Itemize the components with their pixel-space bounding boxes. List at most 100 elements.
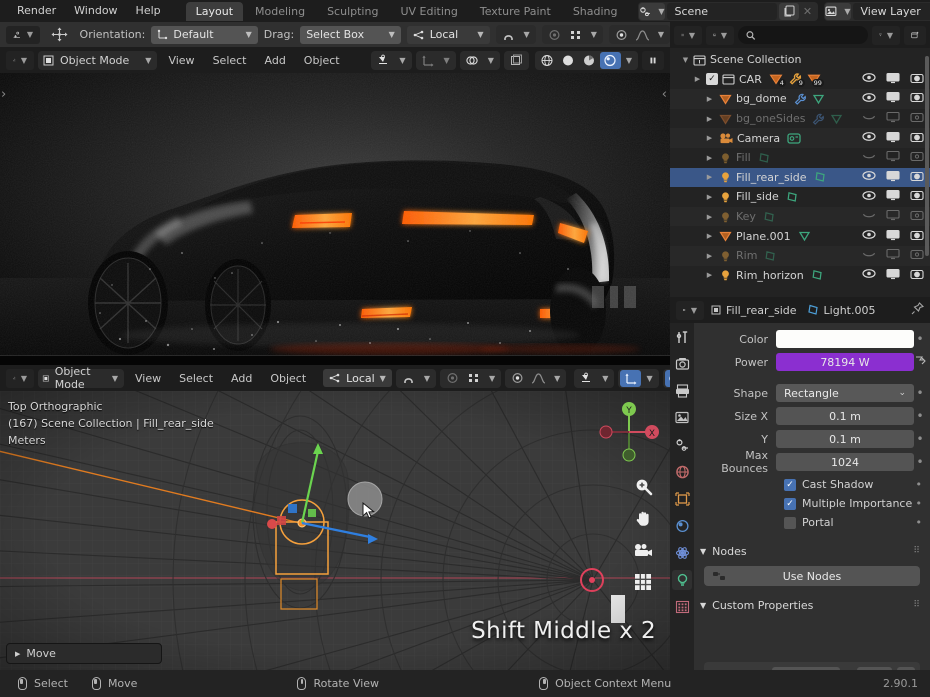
viewport-menu-object-bottom[interactable]: Object (263, 372, 313, 385)
chevron-down-icon[interactable]: ▼ (646, 374, 652, 383)
tab-tool-icon[interactable] (672, 327, 692, 347)
menu-render[interactable]: Render (8, 2, 65, 20)
active-tool-icon[interactable]: ▼ (6, 25, 40, 44)
disable-viewport-icon[interactable] (886, 170, 900, 185)
disable-viewport-icon[interactable] (886, 229, 900, 244)
viewport-menu-select-top[interactable]: Select (206, 54, 254, 67)
view-layer-icon[interactable]: ▼ (824, 2, 851, 20)
new-scene-icon[interactable] (778, 2, 799, 20)
disable-render-camera-icon[interactable] (910, 189, 924, 204)
chevron-down-icon[interactable]: ▼ (602, 374, 608, 383)
modifier-wrench-icon[interactable] (812, 113, 825, 125)
proportional-edit-icon[interactable] (442, 370, 463, 387)
falloff-curve-icon[interactable] (528, 370, 549, 387)
animate-dot-icon[interactable]: • (916, 497, 923, 510)
editor-type-3dview-icon-bottom[interactable]: ▼ (6, 368, 34, 388)
disclosure-triangle-icon[interactable]: ▶ (704, 134, 715, 142)
driver-icon[interactable] (914, 355, 926, 369)
breadcrumb-data[interactable]: Light.005 (824, 304, 876, 317)
falloff-curve-icon[interactable] (632, 26, 653, 43)
hide-eye-icon[interactable] (862, 131, 876, 145)
outliner-row-key[interactable]: ▶ Key (670, 206, 930, 227)
tab-object-icon[interactable] (672, 489, 692, 509)
animate-dot-icon[interactable]: • (914, 432, 926, 446)
checkbox-portal[interactable] (784, 516, 796, 529)
outliner-checkbox[interactable]: ✓ (706, 73, 718, 86)
tab-output-printer-icon[interactable] (672, 381, 692, 401)
chevron-down-icon[interactable]: ▼ (489, 374, 495, 383)
toggle-xray-icon[interactable] (506, 52, 527, 69)
proportional-group[interactable]: ▼ (541, 25, 603, 44)
checkbox-row-cast-shadow[interactable]: ✓ Cast Shadow • (698, 475, 926, 494)
gizmo-group-bottom[interactable]: ▼ (618, 368, 659, 388)
disable-viewport-icon[interactable] (886, 131, 900, 146)
workspace-tab-modeling[interactable]: Modeling (245, 2, 315, 21)
scene-icon[interactable]: ▼ (638, 2, 665, 20)
hide-eye-icon[interactable] (862, 190, 876, 204)
chevron-down-icon[interactable]: ▼ (658, 30, 664, 39)
proportional-connected-icon[interactable] (565, 26, 586, 43)
proportional-falloff-toggle-icon[interactable] (507, 370, 528, 387)
snapping-group-bottom[interactable]: ▼ (395, 368, 436, 388)
light-data-icon[interactable] (786, 191, 799, 203)
mesh-data-icon[interactable] (798, 230, 811, 242)
viewport-toolbar-toggle-icon[interactable]: › (1, 87, 6, 102)
hide-eye-icon[interactable] (862, 72, 876, 86)
viewport-orthographic[interactable]: Y X Top Orthographic (167) Scene Collect… (0, 391, 670, 670)
hide-eye-icon[interactable] (862, 151, 876, 165)
show-gizmo-icon[interactable] (620, 369, 642, 387)
disclosure-triangle-icon[interactable]: ▶ (704, 252, 715, 260)
mode-dropdown-bottom[interactable]: Object Mode ▼ (38, 365, 124, 391)
grip-dots-icon[interactable]: ⠿ (913, 600, 920, 610)
object-type-visibility-group-bottom[interactable]: ▼ (574, 368, 615, 388)
disable-render-camera-icon[interactable] (910, 209, 924, 224)
outliner-row-plane-001[interactable]: ▶ Plane.001 (670, 226, 930, 246)
grip-dots-icon[interactable]: ⠿ (913, 546, 920, 556)
tab-texture-icon[interactable] (672, 597, 692, 617)
hide-eye-icon[interactable] (862, 112, 876, 126)
shading-material-preview-icon[interactable] (579, 52, 600, 69)
camera-data-icon[interactable] (787, 132, 802, 145)
checkbox-cast-shadow[interactable]: ✓ (784, 478, 796, 491)
workspace-tab-shading[interactable]: Shading (563, 2, 628, 21)
checkbox-multiple-importance[interactable]: ✓ (784, 497, 796, 510)
outliner-scrollbar[interactable] (925, 56, 929, 256)
animate-dot-icon[interactable]: • (914, 455, 926, 469)
viewport-menu-object-top[interactable]: Object (297, 54, 347, 67)
shading-rendered-icon[interactable] (599, 51, 621, 69)
outliner-search-input[interactable] (738, 26, 868, 44)
disable-render-camera-icon[interactable] (910, 268, 924, 283)
animate-dot-icon[interactable]: • (914, 386, 926, 400)
pivot-dropdown[interactable]: Local ▼ (406, 25, 490, 44)
hide-eye-icon[interactable] (862, 92, 876, 106)
disclosure-triangle-icon[interactable]: ▶ (704, 232, 715, 240)
disclosure-triangle-icon[interactable]: ▶ (704, 154, 715, 162)
disable-viewport-icon[interactable] (886, 91, 900, 106)
chevron-down-icon[interactable]: ▼ (399, 56, 405, 65)
chevron-down-icon[interactable]: ▼ (424, 374, 430, 383)
hide-eye-icon[interactable] (862, 249, 876, 263)
viewport-menu-add-bottom[interactable]: Add (224, 372, 259, 385)
shading-mode-group[interactable]: ▼ (534, 50, 638, 70)
hide-eye-icon[interactable] (862, 210, 876, 224)
chevron-down-icon[interactable]: ▼ (591, 30, 597, 39)
chevron-down-icon[interactable]: ▼ (524, 30, 530, 39)
editor-type-3dview-icon[interactable]: ▼ (6, 50, 34, 70)
chevron-down-icon[interactable]: ▼ (444, 56, 450, 65)
scene-name[interactable]: Scene (666, 2, 777, 20)
size-x-field[interactable]: 0.1 m (776, 407, 914, 425)
viewport-sidebar-toggle-icon[interactable]: ‹ (662, 87, 667, 102)
show-gizmo-icon[interactable] (418, 52, 439, 69)
workspace-tab-uv-editing[interactable]: UV Editing (390, 2, 467, 21)
snap-magnet-icon[interactable] (498, 26, 519, 43)
chevron-down-icon[interactable]: ▼ (626, 56, 632, 65)
drag-dropdown[interactable]: Select Box ▼ (300, 25, 401, 44)
outliner-row-fill[interactable]: ▶ Fill (670, 148, 930, 168)
operator-panel[interactable]: ▶ Move (6, 643, 162, 664)
zoom-icon[interactable] (632, 475, 654, 497)
outliner-row-fill-rear-side[interactable]: ▶ Fill_rear_side (670, 167, 930, 188)
disable-viewport-icon[interactable] (886, 111, 900, 126)
grid-ortho-icon[interactable] (632, 571, 654, 593)
disable-viewport-icon[interactable] (886, 189, 900, 204)
outliner-row-fill-side[interactable]: ▶ Fill_side (670, 187, 930, 207)
